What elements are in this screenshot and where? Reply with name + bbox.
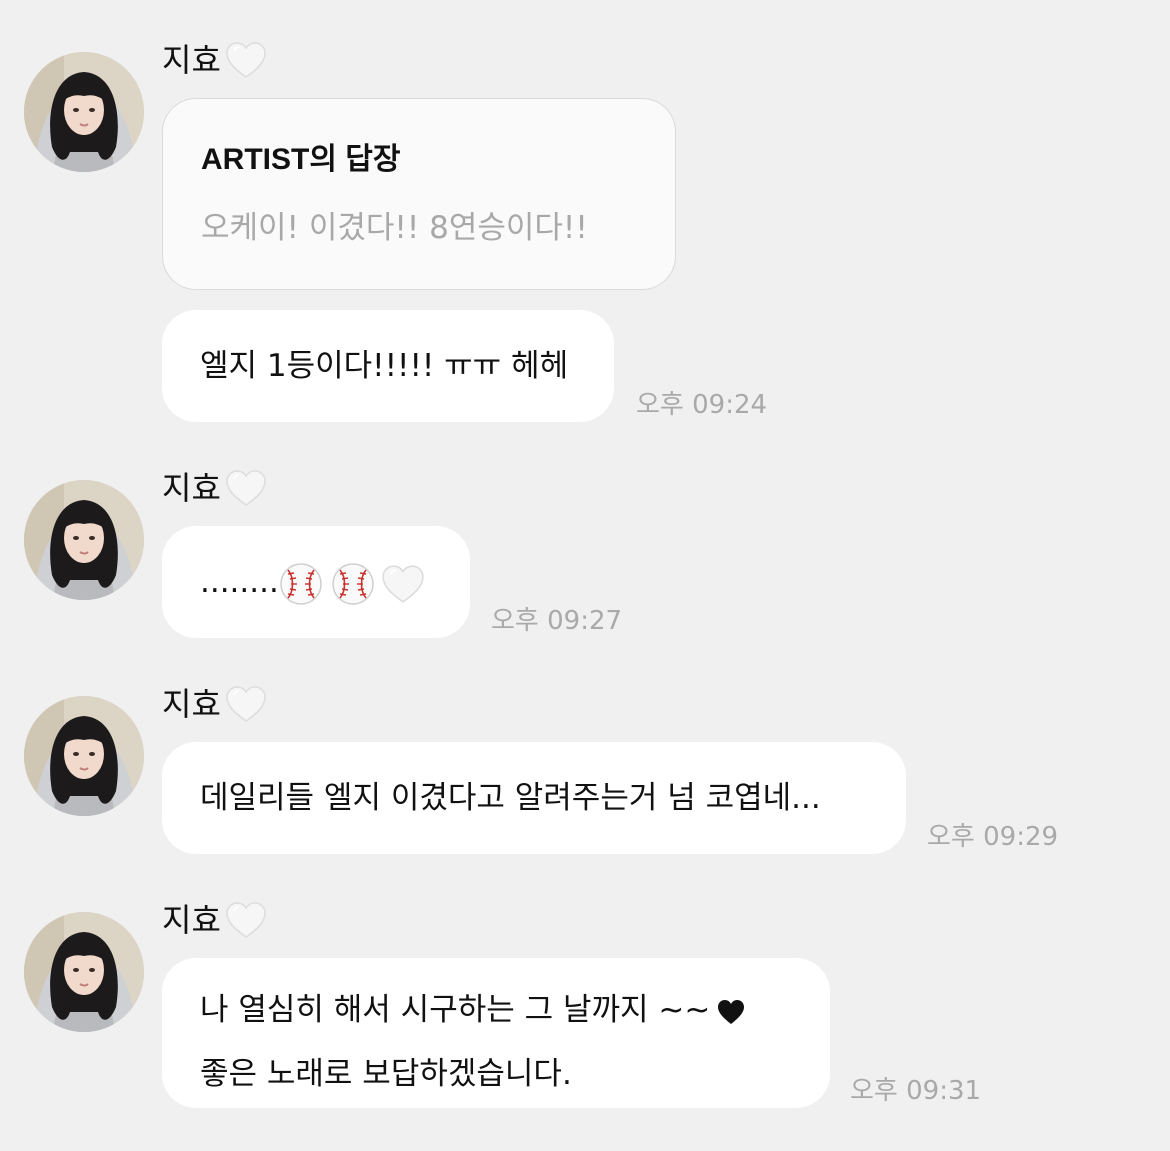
message-timestamp: 오후 09:31 (850, 1076, 982, 1106)
white-heart-icon (225, 468, 267, 508)
sender-name: 지효 (162, 900, 267, 940)
reply-quoted-text: 오케이! 이겼다!! 8연승이다!! (201, 210, 588, 246)
message-timestamp: 오후 09:27 (491, 606, 623, 636)
sender-name-text: 지효 (162, 469, 221, 507)
message-timestamp: 오후 09:24 (636, 390, 768, 420)
message-bubble[interactable]: ........ (162, 526, 470, 638)
message-bubble[interactable]: 엘지 1등이다!!!!! ㅠㅠ 헤헤 (162, 310, 614, 422)
white-heart-icon (381, 563, 425, 605)
sender-name: 지효 (162, 468, 267, 508)
baseball-icon (279, 562, 323, 606)
reply-bubble[interactable]: ARTIST의 답장 오케이! 이겼다!! 8연승이다!! (162, 98, 676, 290)
black-heart-icon (716, 998, 746, 1026)
avatar[interactable] (24, 480, 144, 600)
sender-name-text: 지효 (162, 685, 221, 723)
message-text: ........ (200, 564, 279, 600)
sender-name-text: 지효 (162, 901, 221, 939)
message-text-line1: 나 열심히 해서 시구하는 그 날까지 ~~ (200, 992, 711, 1028)
sender-name-text: 지효 (162, 41, 221, 79)
white-heart-icon (225, 684, 267, 724)
sender-name: 지효 (162, 684, 267, 724)
message-text-line2: 좋은 노래로 보답하겠습니다. (200, 1056, 572, 1092)
message-bubble[interactable]: 나 열심히 해서 시구하는 그 날까지 ~~ 좋은 노래로 보답하겠습니다. (162, 958, 830, 1108)
message-bubble[interactable]: 데일리들 엘지 이겼다고 알려주는거 넘 코엽네... (162, 742, 906, 854)
baseball-icon (331, 562, 375, 606)
sender-name: 지효 (162, 40, 267, 80)
avatar[interactable] (24, 912, 144, 1032)
message-text: 데일리들 엘지 이겼다고 알려주는거 넘 코엽네... (200, 780, 821, 816)
avatar[interactable] (24, 696, 144, 816)
white-heart-icon (225, 40, 267, 80)
message-text: 엘지 1등이다!!!!! ㅠㅠ 헤헤 (200, 348, 569, 384)
white-heart-icon (225, 900, 267, 940)
message-timestamp: 오후 09:29 (927, 822, 1059, 852)
avatar[interactable] (24, 52, 144, 172)
reply-title: ARTIST의 답장 (201, 143, 401, 176)
